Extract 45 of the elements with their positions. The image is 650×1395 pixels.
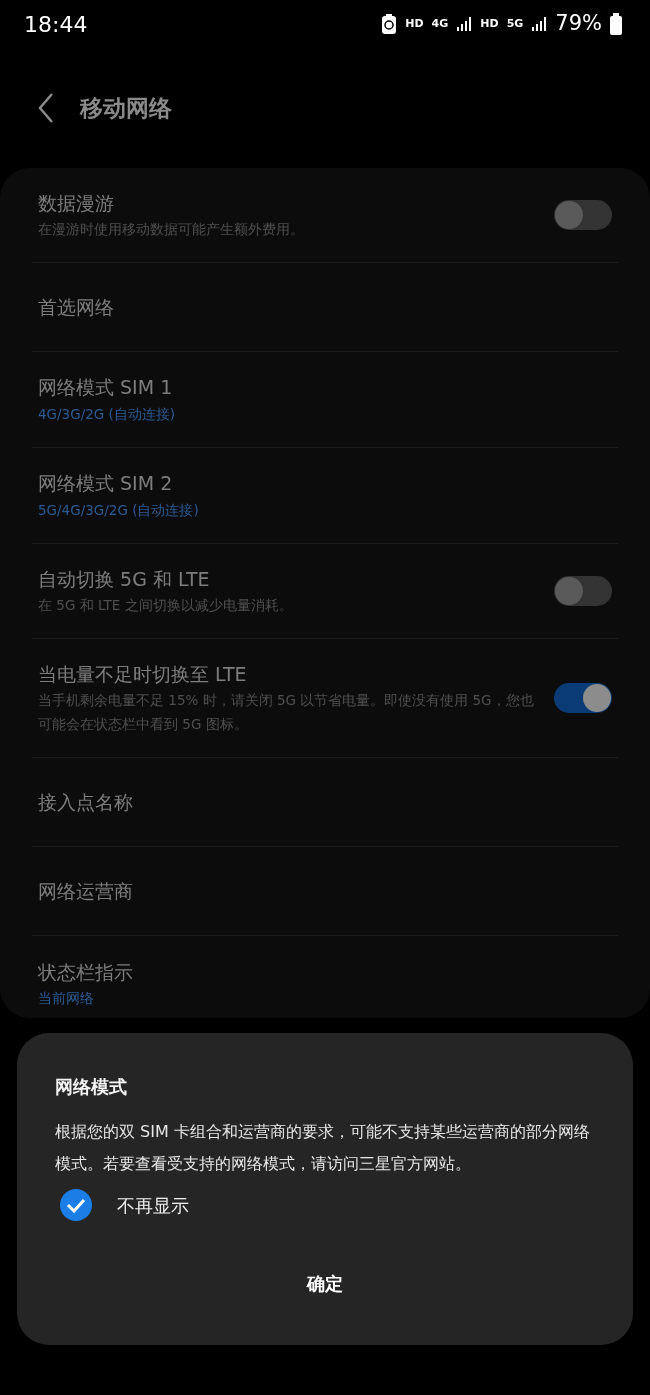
setting-title: 接入点名称	[38, 789, 134, 815]
settings-row[interactable]: 自动切换 5G 和 LTE 在 5G 和 LTE 之间切换以减少电量消耗。	[32, 544, 618, 639]
setting-title: 网络模式 SIM 1	[38, 375, 174, 401]
setting-title: 自动切换 5G 和 LTE	[38, 566, 211, 592]
setting-title: 网络运营商	[38, 878, 134, 904]
dialog-title: 网络模式	[55, 1075, 128, 1099]
checkbox-label: 不再显示	[117, 1193, 189, 1218]
checkbox[interactable]	[59, 1188, 93, 1222]
network-indicator: 5G	[506, 15, 524, 32]
settings-row[interactable]: 当电量不足时切换至 LTE 当手机剩余电量不足 15% 时，请关闭 5G 以节省电量。即使没有使用 5G，您也可能会在状态栏中看到 5G 图标。	[32, 639, 618, 758]
back-icon	[36, 92, 56, 124]
setting-value: 当前网络	[38, 989, 95, 1009]
network-indicator: 4G	[431, 15, 449, 32]
settings-row[interactable]: 网络运营商	[32, 847, 618, 936]
settings-row[interactable]: 数据漫游 在漫游时使用移动数据可能产生额外费用。	[32, 168, 618, 263]
network-indicator: HD	[405, 15, 424, 32]
toggle-switch[interactable]	[554, 576, 612, 606]
setting-title: 首选网络	[38, 294, 115, 320]
battery-percent: 79%	[555, 10, 602, 38]
setting-title: 当电量不足时切换至 LTE	[38, 661, 248, 687]
back-button[interactable]	[36, 92, 56, 124]
setting-title: 状态栏指示	[38, 959, 134, 985]
settings-row[interactable]: 网络模式 SIM 1 4G/3G/2G (自动连接)	[32, 352, 618, 448]
page-title: 移动网络	[80, 93, 172, 123]
setting-description: 在 5G 和 LTE 之间切换以减少电量消耗。	[38, 596, 294, 616]
setting-value: 4G/3G/2G (自动连接)	[38, 404, 177, 424]
signal-icon	[531, 16, 548, 32]
settings-row[interactable]: 状态栏指示 当前网络	[32, 936, 618, 1018]
setting-description: 在漫游时使用移动数据可能产生额外费用。	[38, 220, 305, 240]
setting-title: 数据漫游	[38, 190, 115, 216]
toggle-switch[interactable]	[554, 200, 612, 230]
toggle-switch[interactable]	[554, 683, 612, 713]
settings-row[interactable]: 首选网络	[32, 263, 618, 352]
setting-title: 网络模式 SIM 2	[38, 471, 174, 497]
network-indicator: HD	[480, 15, 499, 32]
dialog-message: 根据您的双 SIM 卡组合和运营商的要求，可能不支持某些运营商的部分网络模式。若要查看受支持的网络模式，请访问三星官方网站。	[55, 1121, 591, 1175]
battery-icon	[610, 13, 622, 35]
setting-description: 当手机剩余电量不足 15% 时，请关闭 5G 以节省电量。即使没有使用 5G，您也可能会在状态栏中看到 5G 图标。	[38, 691, 535, 735]
settings-row[interactable]: 接入点名称	[32, 758, 618, 847]
signal-icon	[456, 16, 473, 32]
status-time: 18:44	[24, 10, 88, 39]
battery-saver-icon	[381, 13, 398, 35]
setting-value: 5G/4G/3G/2G (自动连接)	[38, 500, 200, 520]
settings-row[interactable]: 网络模式 SIM 2 5G/4G/3G/2G (自动连接)	[32, 448, 618, 544]
confirm-button[interactable]: 确定	[283, 1262, 367, 1305]
